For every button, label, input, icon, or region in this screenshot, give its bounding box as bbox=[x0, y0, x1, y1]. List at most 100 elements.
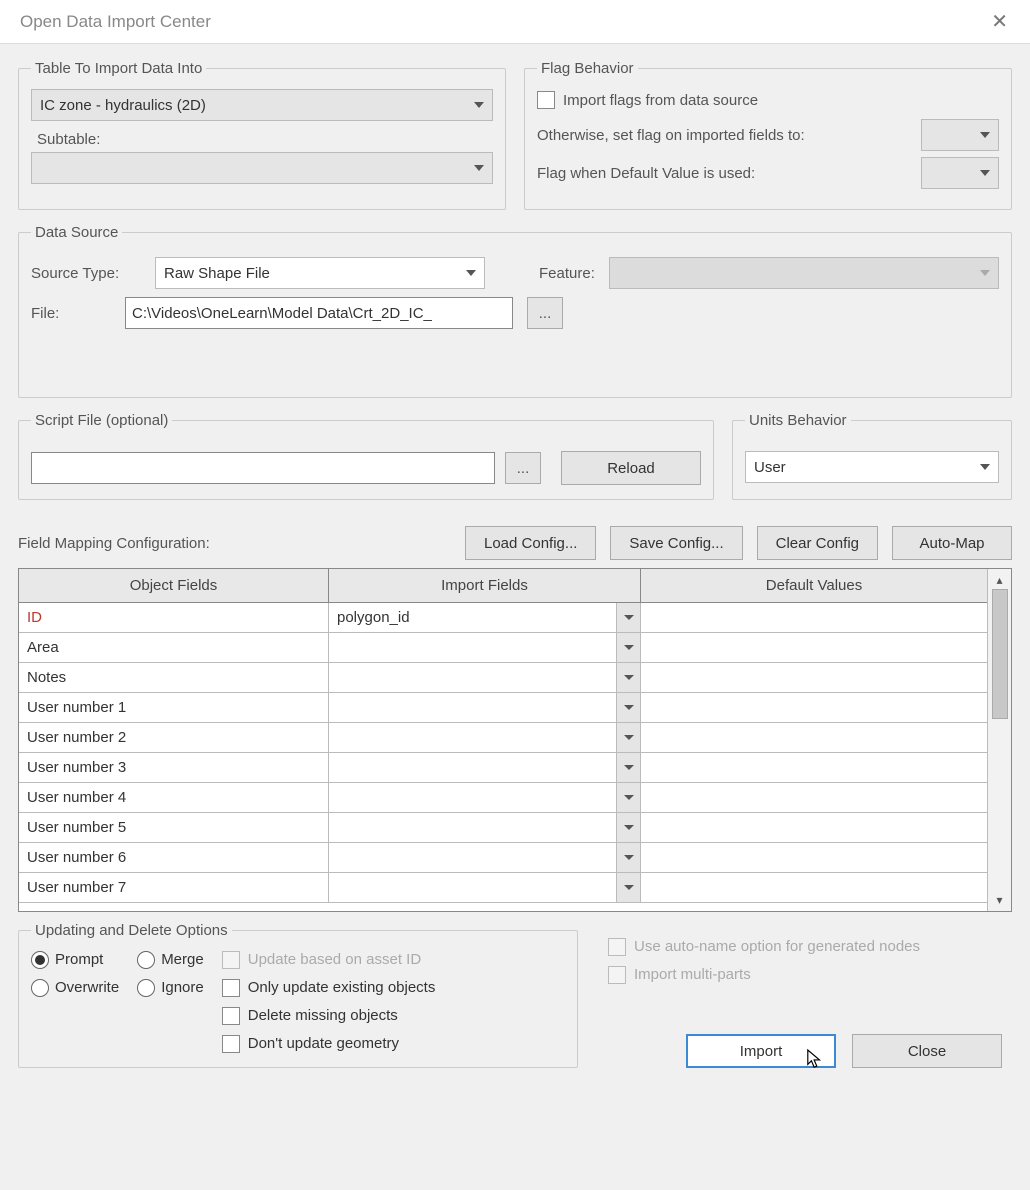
feature-select[interactable] bbox=[609, 257, 999, 289]
dropdown-icon[interactable] bbox=[616, 723, 640, 752]
subtable-select[interactable] bbox=[31, 152, 493, 184]
dropdown-icon[interactable] bbox=[616, 843, 640, 872]
default-value-cell[interactable] bbox=[641, 783, 987, 812]
header-default-values[interactable]: Default Values bbox=[641, 569, 987, 602]
object-field-cell[interactable]: User number 5 bbox=[19, 813, 329, 842]
object-field-cell[interactable]: User number 3 bbox=[19, 753, 329, 782]
dropdown-icon[interactable] bbox=[616, 603, 640, 632]
radio-prompt[interactable]: Prompt bbox=[31, 951, 119, 969]
load-config-button[interactable]: Load Config... bbox=[465, 526, 596, 560]
field-mapping-table: Object Fields Import Fields Default Valu… bbox=[18, 568, 1012, 912]
script-file-input[interactable] bbox=[31, 452, 495, 484]
import-button[interactable]: Import bbox=[686, 1034, 836, 1068]
data-source-legend: Data Source bbox=[31, 224, 122, 241]
table-row: User number 7 bbox=[19, 873, 987, 903]
object-field-cell[interactable]: User number 4 bbox=[19, 783, 329, 812]
save-config-button[interactable]: Save Config... bbox=[610, 526, 742, 560]
default-flag-select[interactable] bbox=[921, 157, 999, 189]
dropdown-icon[interactable] bbox=[616, 633, 640, 662]
dropdown-icon[interactable] bbox=[616, 663, 640, 692]
close-icon[interactable]: ✕ bbox=[983, 5, 1016, 38]
header-object-fields[interactable]: Object Fields bbox=[19, 569, 329, 602]
object-field-cell[interactable]: User number 6 bbox=[19, 843, 329, 872]
default-value-cell[interactable] bbox=[641, 813, 987, 842]
table-scrollbar[interactable]: ▴ ▾ bbox=[987, 569, 1011, 911]
chevron-down-icon bbox=[980, 464, 990, 470]
units-behavior-legend: Units Behavior bbox=[745, 412, 851, 429]
object-field-cell[interactable]: User number 7 bbox=[19, 873, 329, 902]
units-behavior-group: Units Behavior User bbox=[732, 412, 1012, 500]
import-field-cell[interactable] bbox=[329, 843, 641, 872]
default-value-cell[interactable] bbox=[641, 723, 987, 752]
object-field-cell[interactable]: Area bbox=[19, 633, 329, 662]
object-field-cell[interactable]: Notes bbox=[19, 663, 329, 692]
default-value-cell[interactable] bbox=[641, 693, 987, 722]
import-field-cell[interactable] bbox=[329, 873, 641, 902]
dropdown-icon[interactable] bbox=[616, 813, 640, 842]
source-type-select[interactable]: Raw Shape File bbox=[155, 257, 485, 289]
check-only-existing[interactable]: Only update existing objects bbox=[222, 979, 436, 997]
default-value-cell[interactable] bbox=[641, 603, 987, 632]
import-field-cell[interactable] bbox=[329, 723, 641, 752]
default-value-cell[interactable] bbox=[641, 633, 987, 662]
units-select[interactable]: User bbox=[745, 451, 999, 483]
file-input-value: C:\Videos\OneLearn\Model Data\Crt_2D_IC_ bbox=[132, 305, 432, 322]
table-row: User number 4 bbox=[19, 783, 987, 813]
otherwise-flag-label: Otherwise, set flag on imported fields t… bbox=[537, 127, 805, 144]
radio-merge[interactable]: Merge bbox=[137, 951, 204, 969]
scroll-up-icon[interactable]: ▴ bbox=[996, 573, 1002, 587]
dropdown-icon[interactable] bbox=[616, 693, 640, 722]
script-file-group: Script File (optional) ... Reload bbox=[18, 412, 714, 500]
import-field-cell[interactable] bbox=[329, 783, 641, 812]
check-dont-update-geometry[interactable]: Don't update geometry bbox=[222, 1035, 436, 1053]
file-browse-button[interactable]: ... bbox=[527, 297, 563, 329]
subtable-label: Subtable: bbox=[37, 131, 493, 148]
table-row: Notes bbox=[19, 663, 987, 693]
table-select[interactable]: IC zone - hydraulics (2D) bbox=[31, 89, 493, 121]
table-row: User number 5 bbox=[19, 813, 987, 843]
import-field-cell[interactable] bbox=[329, 693, 641, 722]
script-browse-button[interactable]: ... bbox=[505, 452, 541, 484]
auto-map-button[interactable]: Auto-Map bbox=[892, 526, 1012, 560]
units-value: User bbox=[754, 459, 786, 476]
dropdown-icon[interactable] bbox=[616, 783, 640, 812]
data-source-group: Data Source Source Type: Raw Shape File … bbox=[18, 224, 1012, 398]
chevron-down-icon bbox=[474, 102, 484, 108]
table-import-legend: Table To Import Data Into bbox=[31, 60, 206, 77]
source-type-value: Raw Shape File bbox=[164, 265, 270, 282]
default-value-cell[interactable] bbox=[641, 873, 987, 902]
scroll-down-icon[interactable]: ▾ bbox=[996, 893, 1002, 907]
header-import-fields[interactable]: Import Fields bbox=[329, 569, 641, 602]
radio-ignore[interactable]: Ignore bbox=[137, 979, 204, 997]
check-auto-name: Use auto-name option for generated nodes bbox=[608, 938, 1002, 956]
import-field-cell[interactable] bbox=[329, 663, 641, 692]
chevron-down-icon bbox=[980, 132, 990, 138]
close-button[interactable]: Close bbox=[852, 1034, 1002, 1068]
dialog-content: Table To Import Data Into IC zone - hydr… bbox=[0, 44, 1030, 1078]
reload-button[interactable]: Reload bbox=[561, 451, 701, 485]
object-field-cell[interactable]: User number 2 bbox=[19, 723, 329, 752]
field-mapping-label: Field Mapping Configuration: bbox=[18, 535, 210, 552]
dropdown-icon[interactable] bbox=[616, 753, 640, 782]
check-delete-missing[interactable]: Delete missing objects bbox=[222, 1007, 436, 1025]
radio-overwrite[interactable]: Overwrite bbox=[31, 979, 119, 997]
file-input[interactable]: C:\Videos\OneLearn\Model Data\Crt_2D_IC_ bbox=[125, 297, 513, 329]
default-value-cell[interactable] bbox=[641, 663, 987, 692]
import-field-cell[interactable] bbox=[329, 633, 641, 662]
table-row: User number 2 bbox=[19, 723, 987, 753]
table-row: IDpolygon_id bbox=[19, 603, 987, 633]
import-field-cell[interactable]: polygon_id bbox=[329, 603, 641, 632]
source-type-label: Source Type: bbox=[31, 265, 141, 282]
object-field-cell[interactable]: ID bbox=[19, 603, 329, 632]
clear-config-button[interactable]: Clear Config bbox=[757, 526, 878, 560]
scrollbar-thumb[interactable] bbox=[992, 589, 1008, 719]
default-value-cell[interactable] bbox=[641, 843, 987, 872]
import-flags-checkbox[interactable] bbox=[537, 91, 555, 109]
titlebar: Open Data Import Center ✕ bbox=[0, 0, 1030, 44]
object-field-cell[interactable]: User number 1 bbox=[19, 693, 329, 722]
import-field-cell[interactable] bbox=[329, 813, 641, 842]
import-field-cell[interactable] bbox=[329, 753, 641, 782]
default-value-cell[interactable] bbox=[641, 753, 987, 782]
otherwise-flag-select[interactable] bbox=[921, 119, 999, 151]
dropdown-icon[interactable] bbox=[616, 873, 640, 902]
